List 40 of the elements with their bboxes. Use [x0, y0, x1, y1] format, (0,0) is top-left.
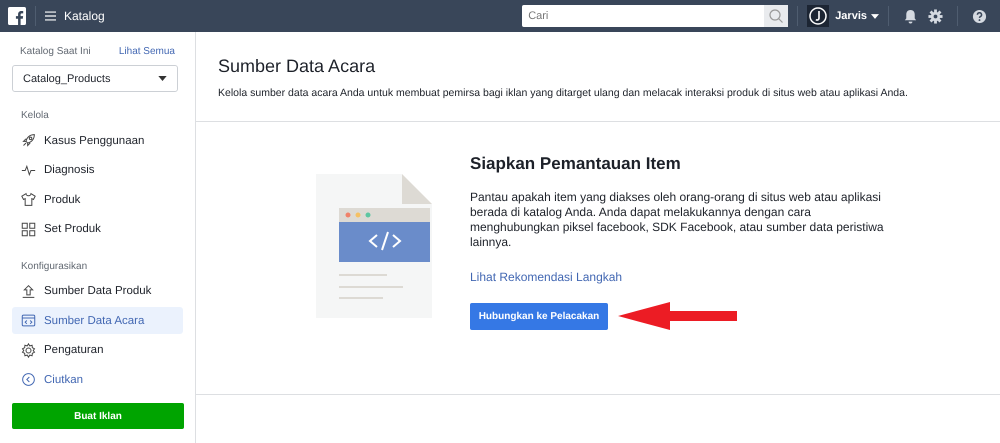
- see-all-link[interactable]: Lihat Semua: [118, 46, 175, 57]
- catalog-dropdown[interactable]: Catalog_Products: [12, 65, 178, 92]
- search-icon[interactable]: [764, 5, 788, 27]
- nav-item[interactable]: Set Produk: [12, 216, 183, 242]
- settings-icon[interactable]: [928, 8, 943, 24]
- catalog-label: Katalog Saat Ini: [20, 46, 91, 57]
- section-heading: Kelola: [20, 110, 50, 121]
- chevron-left-icon: [21, 372, 36, 387]
- nav-item[interactable]: Diagnosis: [12, 156, 183, 184]
- nav-item[interactable]: Sumber Data Produk: [12, 278, 183, 304]
- connect-tracking-button[interactable]: Hubungkan ke Pelacakan: [470, 302, 608, 330]
- grid-icon: [21, 222, 36, 236]
- shirt-icon: [21, 192, 36, 207]
- section-heading: Konfigurasikan: [20, 260, 88, 272]
- menu-icon[interactable]: [45, 11, 56, 21]
- logo-icon[interactable]: [8, 7, 26, 25]
- nav-item[interactable]: Kasus Penggunaan: [12, 127, 183, 154]
- collapse-link[interactable]: Ciutkan: [12, 366, 183, 393]
- arrow-icon: [618, 302, 738, 330]
- rocket-icon: [21, 133, 36, 148]
- card-heading: Siapkan Pemantauan Item: [470, 154, 682, 174]
- caret-icon: [158, 76, 167, 81]
- search-field[interactable]: Cari: [522, 5, 764, 27]
- nav-item[interactable]: Produk: [12, 186, 183, 213]
- upload-icon: [21, 284, 36, 298]
- help-icon[interactable]: [972, 8, 987, 24]
- app-title: Katalog: [64, 9, 105, 23]
- nav-item[interactable]: Sumber Data Acara: [12, 307, 183, 334]
- gear-icon: [21, 342, 36, 358]
- nav-item[interactable]: Pengaturan: [12, 336, 183, 364]
- notifications-icon[interactable]: [903, 8, 918, 24]
- avatar-icon[interactable]: [807, 5, 830, 27]
- page-description: Kelola sumber data acara Anda untuk membuat pemirsa bagi iklan yang ditarget ulang dan melacak interaksi produk di situs web atau aplikasi Anda.: [218, 87, 909, 99]
- page-title: Sumber Data Acara: [218, 56, 376, 77]
- code-icon: [21, 313, 36, 328]
- recommendation-link[interactable]: Lihat Rekomendasi Langkah: [470, 270, 910, 284]
- card-body: Pantau apakah item yang diakses oleh orang-orang di situs web atau aplikasi berada di katalog Anda. Anda dapat melakukannya dengan cara menghubungkan piksel facebook, SDK Facebook, atau sumber data peristiwa lainnya.: [470, 190, 885, 250]
- pulse-icon: [21, 162, 36, 178]
- caret-icon: [871, 14, 879, 18]
- user-menu[interactable]: Jarvis: [829, 10, 871, 22]
